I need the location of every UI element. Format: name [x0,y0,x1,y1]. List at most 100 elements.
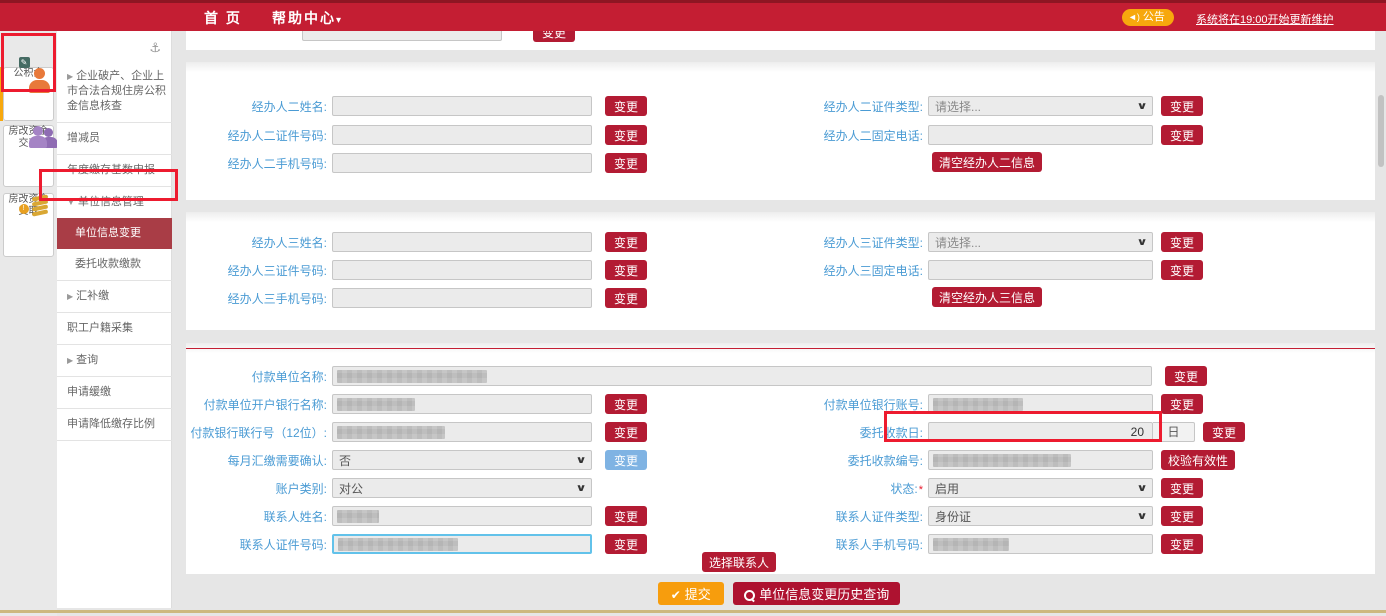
contact-id-type-select[interactable]: 身份证∨ [928,506,1153,526]
agent2-mobile-input[interactable] [332,153,592,173]
validate-button[interactable]: 校验有效性 [1161,450,1235,470]
required-mark: * [919,484,923,496]
agent3-phone-input[interactable] [928,260,1153,280]
field-label: 经办人三手机号码: [186,290,332,307]
chevron-down-icon: ∨ [575,483,586,494]
change-button[interactable]: 变更 [605,232,647,252]
agent3-mobile-input[interactable] [332,288,592,308]
rail-item-fanggai-deposit[interactable]: 房改资金交存 [3,125,54,187]
agent3-id-type-select[interactable]: 请选择...∨ [928,232,1153,252]
agent2-id-number-input[interactable] [332,125,592,145]
history-query-button[interactable]: 单位信息变更历史查询 [733,582,900,605]
chevron-right-icon: ▶ [67,72,73,81]
field-label: 付款单位银行账号: [686,396,928,413]
redacted-value [933,538,1009,551]
change-button[interactable]: 变更 [605,96,647,116]
field-label: 付款单位名称: [186,368,332,385]
chevron-down-icon: ∨ [1136,101,1147,112]
nav-help-center[interactable]: 帮助中心▾ [272,8,341,28]
section-divider [186,348,1375,349]
sidebar-item-weituoshoukuan[interactable]: 委托收款缴款 [57,249,172,281]
redacted-value [337,398,415,411]
agent3-id-number-input[interactable] [332,260,592,280]
contact-mobile-input[interactable] [928,534,1153,554]
sidebar-item-chaxun[interactable]: ▶查询 [57,345,172,377]
agent3-name-input[interactable] [332,232,592,252]
change-button[interactable]: 变更 [1161,478,1203,498]
clear-agent2-button[interactable]: 清空经办人二信息 [932,152,1042,172]
rail-item-gongjijin[interactable]: ✎ 公积金 [3,67,54,121]
partial-input[interactable] [302,31,502,41]
change-button[interactable]: 变更 [605,534,647,554]
module-rail: ✎ 公积金 房改资金交存 ! 房改资金支取 [0,31,57,616]
status-select[interactable]: 启用∨ [928,478,1153,498]
field-label: 经办人三证件号码: [186,262,332,279]
change-button[interactable]: 变更 [1161,260,1203,280]
chevron-down-icon: ∨ [1136,483,1147,494]
sidebar-item-shenqinghuanjiao[interactable]: 申请缓缴 [57,377,172,409]
section-payment: 付款单位名称:变更 付款单位开户银行名称:变更 付款银行联行号（12位）:变更 … [186,343,1375,574]
change-button[interactable]: 变更 [605,125,647,145]
sidebar-item-jiangdibili[interactable]: 申请降低缴存比例 [57,409,172,441]
change-button[interactable]: 变更 [605,288,647,308]
monthly-confirm-select[interactable]: 否∨ [332,450,592,470]
check-icon: ✔ [671,588,681,602]
sidebar-item-qiyepochan[interactable]: ▶企业破产、企业上市合法合规住房公积金信息核查 [57,61,172,123]
anchor-icon[interactable]: ⚓ [149,40,161,56]
field-label: 联系人证件号码: [186,536,332,553]
sidebar-group-danweixinxi[interactable]: ▼单位信息管理 [57,187,172,218]
change-button[interactable]: 变更 [605,153,647,173]
change-button[interactable]: 变更 [1161,394,1203,414]
field-label: 经办人二手机号码: [186,155,332,172]
redacted-value [337,426,445,439]
field-label: 经办人二证件号码: [186,127,332,144]
sidebar: ⚓ ▶企业破产、企业上市合法合规住房公积金信息核查 增减员 年度缴存基数申报 ▼… [57,31,172,608]
sidebar-item-danweixinxibiangeng[interactable]: 单位信息变更 [57,218,172,249]
select-contact-button[interactable]: 选择联系人 [702,552,776,572]
change-button[interactable]: 变更 [1203,422,1245,442]
agent2-id-type-select[interactable]: 请选择...∨ [928,96,1153,116]
agent2-phone-input[interactable] [928,125,1153,145]
collection-number-input[interactable] [928,450,1153,470]
field-label: 付款银行联行号（12位）: [186,424,332,441]
payer-bank-name-input[interactable] [332,394,592,414]
change-button[interactable]: 变更 [605,394,647,414]
collection-day-input[interactable]: 20 [928,422,1153,442]
contact-name-input[interactable] [332,506,592,526]
change-button[interactable]: 变更 [533,31,575,42]
change-button[interactable]: 变更 [605,422,647,442]
sidebar-item-zengjianyuan[interactable]: 增减员 [57,123,172,155]
sidebar-item-niandujiaocun[interactable]: 年度缴存基数申报 [57,155,172,187]
redacted-value [933,454,1071,467]
sidebar-item-huibujiao[interactable]: ▶汇补缴 [57,281,172,313]
payer-unit-name-input[interactable] [332,366,1152,386]
nav-home[interactable]: 首 页 [204,8,242,28]
change-button[interactable]: 变更 [605,450,647,470]
maintenance-notice-link[interactable]: 系统将在19:00开始更新维护 [1196,11,1334,27]
page-bottom-border [0,610,1386,613]
caret-down-icon: ▾ [336,15,341,26]
change-button[interactable]: 变更 [1161,534,1203,554]
submit-button[interactable]: ✔提交 [658,582,724,605]
contact-id-number-input[interactable] [332,534,592,554]
speaker-icon: ◄) [1128,9,1140,26]
account-type-select[interactable]: 对公∨ [332,478,592,498]
change-button[interactable]: 变更 [1161,96,1203,116]
clear-agent3-button[interactable]: 清空经办人三信息 [932,287,1042,307]
agent2-name-input[interactable] [332,96,592,116]
change-button[interactable]: 变更 [1161,506,1203,526]
payer-bank-account-input[interactable] [928,394,1153,414]
scrollbar-thumb[interactable] [1378,95,1384,167]
field-label: 联系人手机号码: [686,536,928,553]
change-button[interactable]: 变更 [1165,366,1207,386]
change-button[interactable]: 变更 [605,506,647,526]
footer-actions: ✔提交 单位信息变更历史查询 [172,582,1386,605]
change-button[interactable]: 变更 [1161,125,1203,145]
rail-item-fanggai-withdraw[interactable]: ! 房改资金支取 [3,193,54,257]
field-label: 经办人二证件类型: [686,98,928,115]
sidebar-item-zhigonghuji[interactable]: 职工户籍采集 [57,313,172,345]
payer-bank-code-input[interactable] [332,422,592,442]
field-label: 每月汇缴需要确认: [186,452,332,469]
change-button[interactable]: 变更 [1161,232,1203,252]
change-button[interactable]: 变更 [605,260,647,280]
